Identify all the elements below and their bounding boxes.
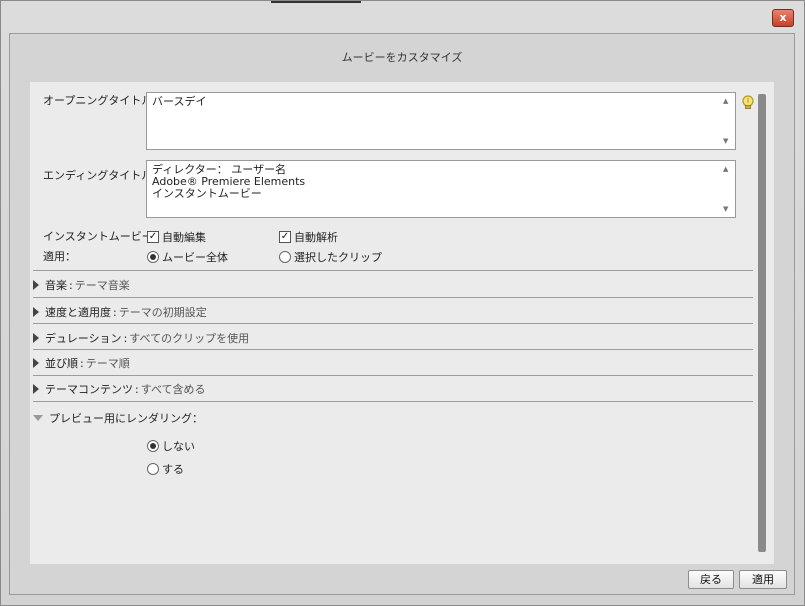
scroll-up-icon[interactable]: ▲ bbox=[723, 97, 728, 105]
auto-analyze-checkbox[interactable]: ✓ 自動解析 bbox=[279, 229, 338, 245]
selected-clips-radio[interactable]: 選択したクリップ bbox=[279, 249, 382, 265]
dialog-title: ムービーをカスタマイズ bbox=[341, 51, 463, 64]
section-title: プレビュー用にレンダリング： bbox=[49, 412, 203, 425]
section-title: デュレーション bbox=[45, 332, 122, 345]
section-title: 速度と適用度 bbox=[45, 306, 111, 319]
radio-selected-icon bbox=[147, 251, 159, 263]
opening-title-text: バースデイ bbox=[152, 95, 207, 108]
auto-analyze-label: 自動解析 bbox=[294, 231, 338, 244]
back-button[interactable]: 戻る bbox=[688, 570, 734, 589]
section-duration[interactable]: デュレーション: すべてのクリップを使用 bbox=[33, 326, 753, 350]
section-order[interactable]: 並び順: テーマ順 bbox=[33, 351, 753, 375]
radio-selected-icon bbox=[147, 440, 159, 452]
divider bbox=[33, 323, 753, 324]
triangle-right-icon bbox=[33, 307, 39, 317]
whole-movie-label: ムービー全体 bbox=[162, 251, 228, 264]
opening-title-input[interactable]: バースデイ ▲ ▼ bbox=[146, 92, 736, 150]
divider bbox=[33, 297, 753, 298]
section-value: テーマ順 bbox=[85, 357, 130, 370]
section-title: 並び順 bbox=[45, 357, 78, 370]
scroll-down-icon[interactable]: ▼ bbox=[723, 137, 728, 145]
checkbox-checked-icon: ✓ bbox=[279, 231, 291, 243]
panel-scrollbar[interactable] bbox=[758, 94, 766, 552]
divider bbox=[33, 270, 753, 271]
close-icon: x bbox=[779, 11, 787, 24]
window-top-strip bbox=[271, 1, 361, 3]
triangle-right-icon bbox=[33, 333, 39, 343]
scroll-down-icon[interactable]: ▼ bbox=[723, 205, 728, 213]
section-music[interactable]: 音楽: テーマ音楽 bbox=[33, 273, 753, 297]
divider bbox=[33, 349, 753, 350]
ending-title-text: ディレクター： ユーザー名 Adobe® Premiere Elements イ… bbox=[152, 163, 306, 200]
instant-movie-label: インスタントムービー： bbox=[43, 230, 164, 243]
lightbulb-icon[interactable] bbox=[740, 94, 756, 112]
radio-unselected-icon bbox=[147, 463, 159, 475]
ending-title-input[interactable]: ディレクター： ユーザー名 Adobe® Premiere Elements イ… bbox=[146, 160, 736, 218]
apply-label: 適用： bbox=[43, 250, 76, 263]
close-button[interactable]: x bbox=[772, 9, 794, 27]
ending-title-scrollbar[interactable]: ▲ ▼ bbox=[720, 161, 735, 217]
section-value: すべてのクリップを使用 bbox=[129, 332, 250, 345]
whole-movie-radio[interactable]: ムービー全体 bbox=[147, 249, 228, 265]
auto-edit-checkbox[interactable]: ✓ 自動編集 bbox=[147, 229, 206, 245]
divider bbox=[33, 375, 753, 376]
checkbox-checked-icon: ✓ bbox=[147, 231, 159, 243]
render-no-radio[interactable]: しない bbox=[147, 438, 195, 454]
section-value: テーマ音楽 bbox=[74, 279, 130, 292]
selected-clips-label: 選択したクリップ bbox=[294, 251, 382, 264]
radio-unselected-icon bbox=[279, 251, 291, 263]
section-preview-render[interactable]: プレビュー用にレンダリング： bbox=[33, 406, 753, 430]
section-value: すべて含める bbox=[140, 383, 206, 396]
triangle-down-icon bbox=[33, 415, 43, 421]
triangle-right-icon bbox=[33, 358, 39, 368]
opening-title-scrollbar[interactable]: ▲ ▼ bbox=[720, 93, 735, 149]
triangle-right-icon bbox=[33, 280, 39, 290]
section-value: テーマの初期設定 bbox=[118, 306, 207, 319]
render-yes-label: する bbox=[162, 463, 184, 476]
divider bbox=[33, 401, 753, 402]
apply-button[interactable]: 適用 bbox=[739, 570, 787, 589]
scroll-up-icon[interactable]: ▲ bbox=[723, 165, 728, 173]
section-theme-content[interactable]: テーマコンテンツ: すべて含める bbox=[33, 377, 753, 401]
auto-edit-label: 自動編集 bbox=[162, 231, 206, 244]
triangle-right-icon bbox=[33, 384, 39, 394]
section-speed-intensity[interactable]: 速度と適用度: テーマの初期設定 bbox=[33, 300, 753, 324]
render-yes-radio[interactable]: する bbox=[147, 461, 184, 477]
section-title: テーマコンテンツ bbox=[45, 383, 133, 396]
section-title: 音楽 bbox=[45, 279, 67, 292]
render-no-label: しない bbox=[162, 440, 195, 453]
